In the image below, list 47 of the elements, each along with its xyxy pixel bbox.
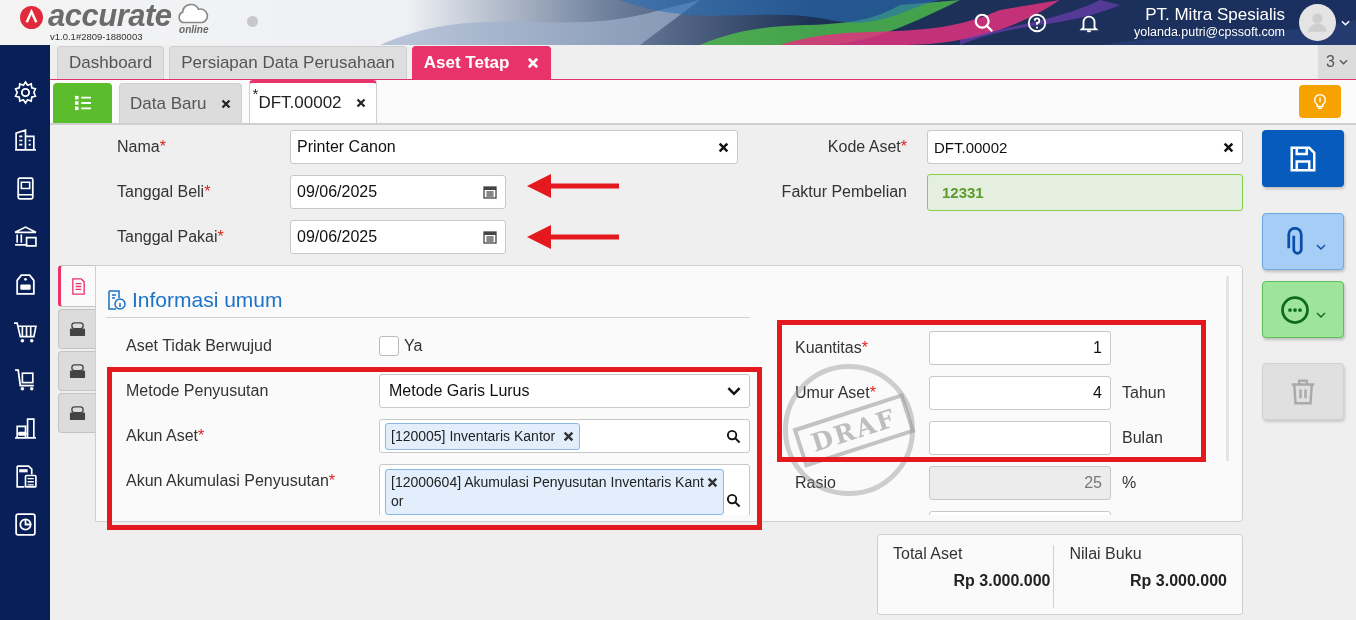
- field-label: Kode Aset*: [826, 138, 907, 156]
- field-label: Umur Aset*: [795, 384, 877, 402]
- document-tab[interactable]: Data Baru: [119, 83, 242, 123]
- account-field[interactable]: [120005] Inventaris Kantor: [379, 419, 750, 453]
- account-field[interactable]: [12000604] Akumulasi Penyusutan Inventaris Kantor: [379, 464, 750, 515]
- tab-count-dropdown[interactable]: 3: [1318, 45, 1356, 79]
- tag-text: [12000604] Akumulasi Penyusutan Inventaris Kantor: [391, 473, 704, 511]
- text-field[interactable]: Printer Canon: [290, 130, 738, 164]
- number-field[interactable]: 4: [929, 376, 1111, 410]
- module-tab[interactable]: Dashboard: [57, 46, 165, 79]
- company-name: PT. Mitra Spesialis: [1145, 5, 1285, 25]
- unit-label: %: [1122, 474, 1137, 492]
- field-label: Tanggal Pakai*: [117, 228, 225, 246]
- tag-text: [120005] Inventaris Kantor: [391, 426, 556, 446]
- section-title: Informasi umum: [132, 288, 283, 312]
- summary-label: Nilai Buku: [1069, 545, 1143, 563]
- version-text: v1.0.1#2809-1880003: [50, 31, 144, 42]
- unit-label: Bulan: [1122, 429, 1163, 447]
- number-field[interactable]: 1: [929, 331, 1111, 365]
- app-name: accurate: [48, 1, 172, 31]
- date-field[interactable]: 09/06/2025: [290, 220, 506, 254]
- summary-value: Rp 3.000.000: [1130, 572, 1227, 590]
- tab-label: DFT.00002: [258, 93, 342, 113]
- tab-label: Data Baru: [130, 93, 207, 114]
- summary-label: Total Aset: [893, 545, 964, 563]
- number-field: 25: [929, 466, 1111, 500]
- field-label: Aset Tidak Berwujud: [126, 337, 273, 355]
- modified-mark: *: [252, 85, 259, 102]
- field-label: Rasio: [795, 474, 837, 492]
- field-label: Faktur Pembelian: [780, 183, 907, 201]
- field-label: Kuantitas*: [795, 339, 869, 357]
- module-tab[interactable]: Aset Tetap: [411, 46, 552, 79]
- user-email: yolanda.putri@cpssoft.com: [1134, 25, 1285, 40]
- dropdown-field[interactable]: Metode Garis Lurus: [379, 374, 750, 408]
- summary-value: Rp 3.000.000: [953, 572, 1051, 590]
- field-label: Tanggal Beli*: [117, 183, 212, 201]
- date-field[interactable]: 09/06/2025: [290, 175, 506, 209]
- edition-text: online: [179, 25, 209, 35]
- field-label: Akun Aset*: [126, 427, 206, 445]
- field-label: Akun Akumulasi Penyusutan*: [126, 472, 337, 490]
- field-label: Nama*: [117, 138, 167, 156]
- module-tab[interactable]: Persiapan Data Perusahaan: [169, 46, 407, 79]
- field-label: Metode Penyusutan: [126, 382, 270, 400]
- unit-label: Tahun: [1122, 384, 1166, 402]
- checkbox-label: Ya: [404, 337, 423, 355]
- document-tab[interactable]: *DFT.00002: [248, 80, 377, 123]
- text-field[interactable]: DFT.00002: [927, 130, 1243, 164]
